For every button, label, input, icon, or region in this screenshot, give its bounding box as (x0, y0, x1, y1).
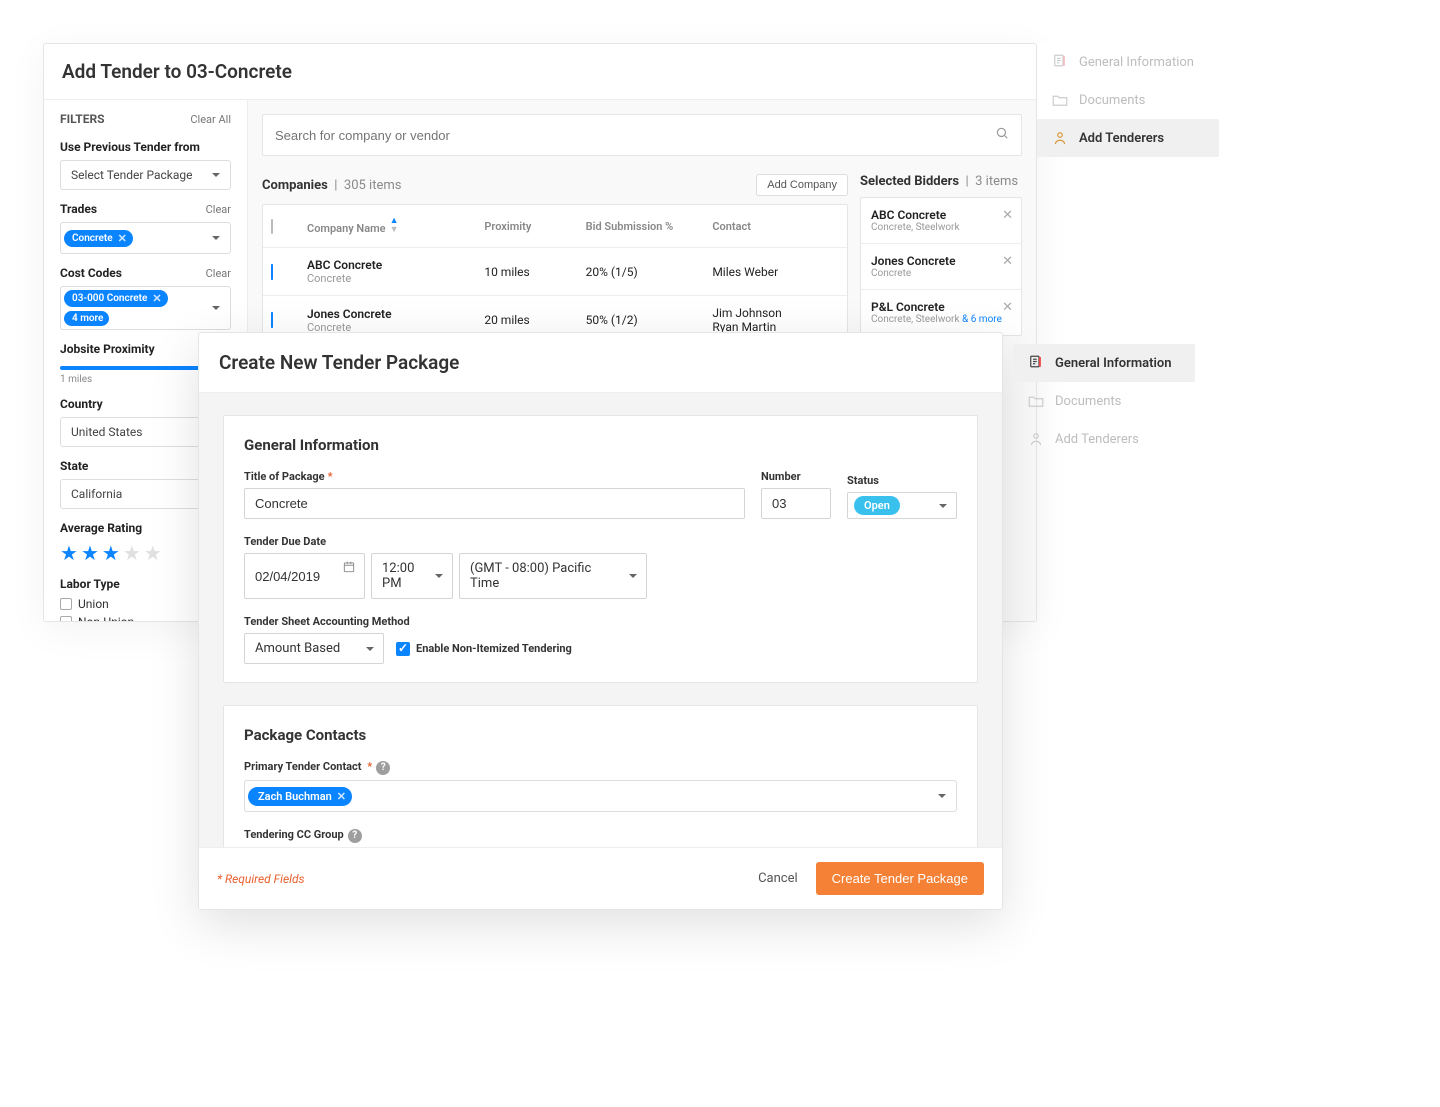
chevron-down-icon (939, 504, 947, 508)
rnav-general-info[interactable]: General Information (1013, 344, 1195, 382)
panel-heading: General Information (244, 436, 957, 454)
rnav-general-info[interactable]: General Information (1037, 43, 1219, 81)
cost-codes-clear-link[interactable]: Clear (206, 267, 231, 280)
folder-icon (1027, 392, 1045, 410)
help-icon[interactable]: ? (348, 829, 362, 843)
rnav-add-tenderers[interactable]: Add Tenderers (1013, 420, 1195, 458)
cost-code-pill[interactable]: 03-000 Concrete✕ (64, 290, 168, 307)
modal-footer: * Required Fields Cancel Create Tender P… (199, 847, 1002, 909)
trades-input[interactable]: Concrete✕ (60, 222, 231, 254)
star-icon[interactable]: ★ (102, 541, 120, 565)
selected-bidders-card: ABC Concrete Concrete, Steelwork ✕ Jones… (860, 197, 1022, 336)
help-icon[interactable]: ? (376, 761, 390, 775)
cost-code-more-pill[interactable]: 4 more (64, 311, 109, 326)
bidder-more-link[interactable]: & 6 more (962, 314, 1002, 325)
row-checkbox[interactable] (271, 264, 273, 280)
chevron-down-icon (435, 574, 443, 578)
chevron-down-icon (366, 647, 374, 651)
required-note: * Required Fields (217, 872, 305, 886)
search-icon (995, 126, 1009, 144)
remove-icon[interactable]: ✕ (337, 790, 346, 803)
rnav-documents[interactable]: Documents (1013, 382, 1195, 420)
rnav-add-tenderers[interactable]: Add Tenderers (1037, 119, 1219, 157)
col-proximity[interactable]: Proximity (484, 220, 585, 233)
bidder-row: Jones Concrete Concrete ✕ (861, 244, 1021, 290)
trades-label: Trades (60, 202, 97, 216)
bidder-row: ABC Concrete Concrete, Steelwork ✕ (861, 198, 1021, 244)
remove-icon[interactable]: ✕ (118, 232, 127, 245)
col-bid-submission[interactable]: Bid Submission % (586, 220, 713, 233)
general-info-panel: General Information Title of Package* Nu… (223, 415, 978, 683)
chevron-down-icon (212, 236, 220, 240)
timezone-select[interactable]: (GMT - 08:00) Pacific Time (459, 553, 647, 599)
table-row[interactable]: ABC ConcreteConcrete 10 miles 20% (1/5) … (263, 248, 847, 296)
status-select[interactable]: Open (847, 492, 957, 519)
accounting-select[interactable]: Amount Based (244, 633, 384, 664)
title-input[interactable] (244, 488, 745, 519)
back-right-nav: General Information Documents Add Tender… (1037, 43, 1219, 157)
cancel-button[interactable]: Cancel (758, 871, 798, 886)
filters-heading: FILTERS (60, 112, 105, 126)
add-company-button[interactable]: Add Company (756, 174, 848, 196)
rnav-documents[interactable]: Documents (1037, 81, 1219, 119)
modal-title: Create New Tender Package (199, 333, 1002, 393)
chevron-down-icon (212, 306, 220, 310)
due-date-input[interactable] (244, 553, 365, 599)
remove-icon[interactable]: ✕ (152, 292, 161, 305)
chevron-down-icon (212, 173, 220, 177)
select-all-checkbox[interactable] (271, 219, 273, 234)
primary-contact-input[interactable]: Zach Buchman✕ (244, 780, 957, 812)
remove-bidder-icon[interactable]: ✕ (1002, 300, 1013, 315)
contact-pill[interactable]: Zach Buchman✕ (248, 787, 352, 806)
front-right-nav: General Information Documents Add Tender… (1013, 344, 1195, 458)
prev-tender-label: Use Previous Tender from (60, 140, 231, 154)
create-tender-package-button[interactable]: Create Tender Package (816, 862, 984, 895)
panel-heading: Package Contacts (244, 726, 957, 744)
chevron-down-icon (629, 574, 637, 578)
person-icon (1051, 129, 1069, 147)
create-package-modal: Create New Tender Package General Inform… (198, 332, 1003, 910)
trades-clear-link[interactable]: Clear (206, 203, 231, 216)
star-icon[interactable]: ★ (60, 541, 78, 565)
package-contacts-panel: Package Contacts Primary Tender Contact … (223, 705, 978, 847)
checkbox-icon (396, 642, 410, 656)
col-contact[interactable]: Contact (712, 220, 839, 233)
star-icon[interactable]: ★ (144, 541, 162, 565)
search-input[interactable] (275, 128, 995, 143)
remove-bidder-icon[interactable]: ✕ (1002, 254, 1013, 269)
col-company-name[interactable]: Company Name▲▼ (307, 217, 484, 235)
document-icon (1051, 53, 1069, 71)
cost-codes-input[interactable]: 03-000 Concrete✕ 4 more (60, 286, 231, 330)
remove-bidder-icon[interactable]: ✕ (1002, 208, 1013, 223)
calendar-icon[interactable] (334, 553, 365, 599)
number-input[interactable] (761, 488, 831, 519)
bidder-row: P&L Concrete Concrete, Steelwork & 6 mor… (861, 290, 1021, 335)
prev-tender-select[interactable]: Select Tender Package (60, 160, 231, 190)
person-icon (1027, 430, 1045, 448)
company-search[interactable] (262, 114, 1022, 156)
clear-all-link[interactable]: Clear All (190, 113, 231, 126)
trade-pill[interactable]: Concrete✕ (64, 230, 133, 247)
document-icon (1027, 354, 1045, 372)
star-icon[interactable]: ★ (81, 541, 99, 565)
due-time-select[interactable]: 12:00 PM (371, 553, 453, 599)
chevron-down-icon (938, 794, 946, 798)
star-icon[interactable]: ★ (123, 541, 141, 565)
row-checkbox[interactable] (271, 312, 273, 328)
page-title: Add Tender to 03-Concrete (44, 44, 1036, 100)
enable-nonitemized-checkbox[interactable]: Enable Non-Itemized Tendering (396, 642, 572, 656)
cost-codes-label: Cost Codes (60, 266, 122, 280)
folder-icon (1051, 91, 1069, 109)
